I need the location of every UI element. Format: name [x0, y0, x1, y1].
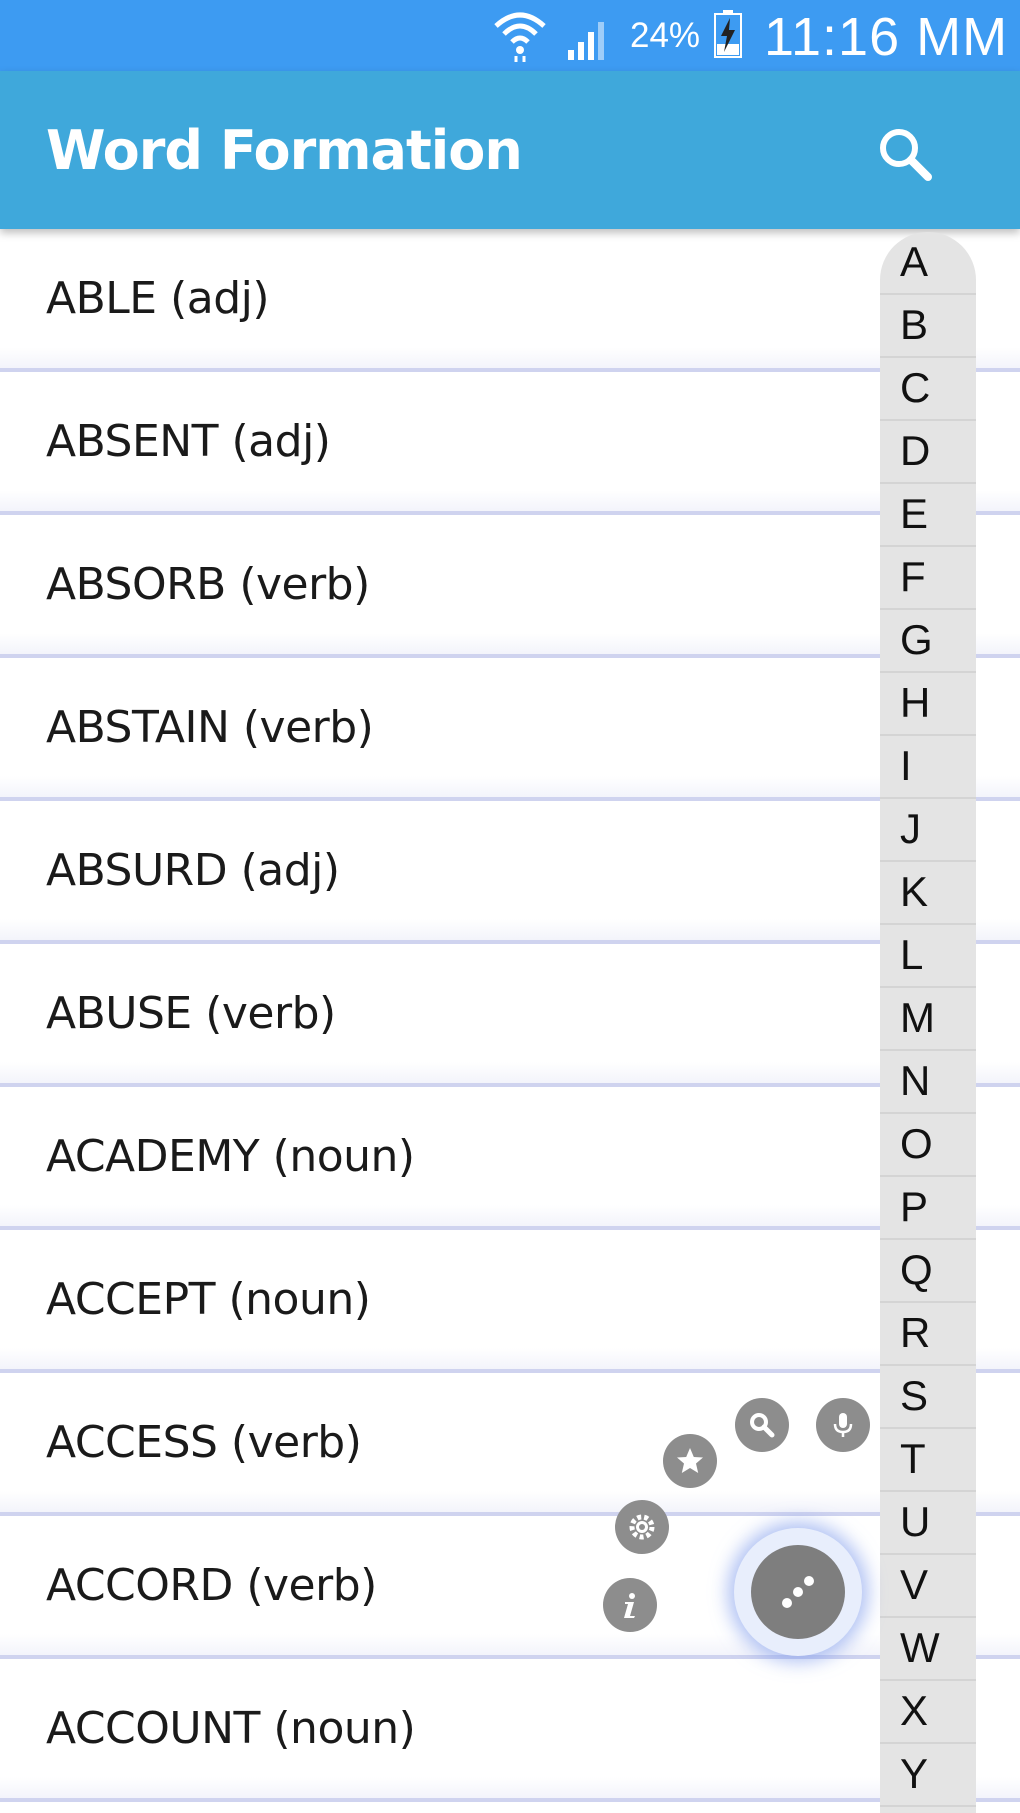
alpha-letter-d[interactable]: D [880, 421, 976, 484]
alpha-letter-o[interactable]: O [880, 1114, 976, 1177]
alpha-letter-w[interactable]: W [880, 1618, 976, 1681]
alpha-letter-e[interactable]: E [880, 484, 976, 547]
signal-icon [568, 22, 604, 60]
alpha-letter-u[interactable]: U [880, 1492, 976, 1555]
favorites-button[interactable] [663, 1434, 717, 1488]
list-item[interactable]: ACCORD (verb) [0, 1516, 1020, 1659]
page-title: Word Formation [46, 119, 523, 182]
alpha-letter-t[interactable]: T [880, 1429, 976, 1492]
alpha-letter-r[interactable]: R [880, 1303, 976, 1366]
alpha-letter-k[interactable]: K [880, 862, 976, 925]
list-item-label: ACCORD (verb) [46, 1560, 377, 1611]
list-item-label: ABLE (adj) [46, 273, 270, 324]
list-item[interactable]: ABSORB (verb) [0, 515, 1020, 658]
list-item[interactable]: ABSENT (adj) [0, 372, 1020, 515]
wifi-icon [494, 12, 546, 62]
clock: 11:16 MM [764, 7, 1009, 67]
info-button[interactable] [603, 1578, 657, 1632]
alpha-letter-x[interactable]: X [880, 1681, 976, 1744]
app-bar: Word Formation [0, 71, 1020, 229]
alpha-letter-j[interactable]: J [880, 799, 976, 862]
word-list: ABLE (adj) ABSENT (adj) ABSORB (verb) AB… [0, 229, 1020, 1802]
alphabet-index[interactable]: A B C D E F G H I J K L M N O P Q R S T … [880, 232, 976, 1813]
dots-icon [782, 1576, 814, 1608]
alpha-letter-y[interactable]: Y [880, 1744, 976, 1807]
alpha-letter-v[interactable]: V [880, 1555, 976, 1618]
list-item-label: ABSORB (verb) [46, 559, 370, 610]
list-item-label: ABUSE (verb) [46, 988, 336, 1039]
list-item[interactable]: ABSTAIN (verb) [0, 658, 1020, 801]
voice-button[interactable] [816, 1398, 870, 1452]
list-item[interactable]: ABLE (adj) [0, 229, 1020, 372]
list-item[interactable]: ACCOUNT (noun) [0, 1659, 1020, 1802]
status-bar: 24% 11:16 MM [0, 0, 1020, 71]
list-item-label: ACCOUNT (noun) [46, 1703, 416, 1754]
list-item-label: ACCESS (verb) [46, 1417, 362, 1468]
battery-charging-icon [714, 10, 742, 58]
alpha-letter-l[interactable]: L [880, 925, 976, 988]
alpha-letter-m[interactable]: M [880, 988, 976, 1051]
info-icon [624, 1593, 635, 1618]
alpha-letter-i[interactable]: I [880, 736, 976, 799]
list-item[interactable]: ABSURD (adj) [0, 801, 1020, 944]
list-item-label: ABSURD (adj) [46, 845, 340, 896]
search-icon[interactable] [868, 117, 944, 193]
alpha-letter-p[interactable]: P [880, 1177, 976, 1240]
star-icon [677, 1448, 703, 1473]
alpha-letter-q[interactable]: Q [880, 1240, 976, 1303]
alpha-letter-n[interactable]: N [880, 1051, 976, 1114]
fab-search-button[interactable] [735, 1398, 789, 1452]
fab-main-inner [751, 1545, 845, 1639]
settings-icon [629, 1514, 655, 1540]
list-item-label: ABSENT (adj) [46, 416, 331, 467]
search-icon [750, 1413, 775, 1438]
alpha-letter-s[interactable]: S [880, 1366, 976, 1429]
alpha-letter-g[interactable]: G [880, 610, 976, 673]
list-item[interactable]: ACCEPT (noun) [0, 1230, 1020, 1373]
list-item[interactable]: ABUSE (verb) [0, 944, 1020, 1087]
list-item[interactable]: ACADEMY (noun) [0, 1087, 1020, 1230]
fab-main-button[interactable] [734, 1528, 862, 1656]
alpha-letter-f[interactable]: F [880, 547, 976, 610]
alpha-letter-h[interactable]: H [880, 673, 976, 736]
settings-button[interactable] [615, 1500, 669, 1554]
list-item[interactable]: ACCESS (verb) [0, 1373, 1020, 1516]
microphone-icon [833, 1413, 853, 1437]
battery-percent: 24% [630, 16, 701, 55]
alpha-letter-b[interactable]: B [880, 295, 976, 358]
alpha-letter-c[interactable]: C [880, 358, 976, 421]
list-item-label: ACADEMY (noun) [46, 1131, 415, 1182]
list-item-label: ABSTAIN (verb) [46, 702, 374, 753]
list-item-label: ACCEPT (noun) [46, 1274, 371, 1325]
